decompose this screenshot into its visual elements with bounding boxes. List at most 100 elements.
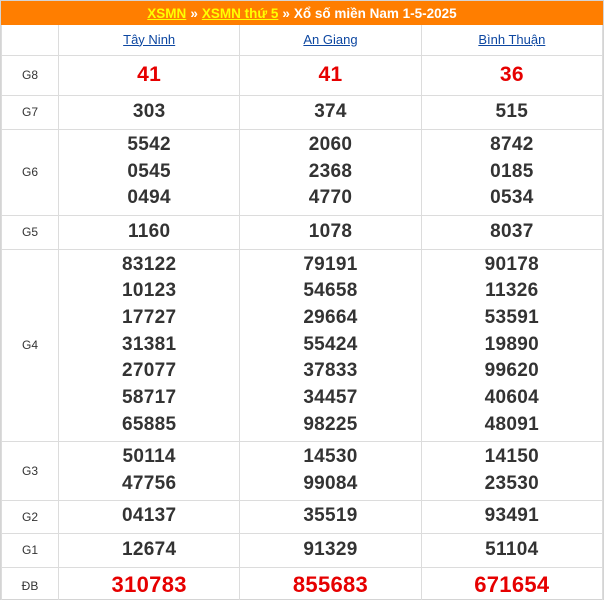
prize-number: 19890: [484, 333, 539, 355]
prize-number: 29664: [303, 306, 358, 328]
header-empty-cell: [1, 25, 59, 56]
prize-number: 0545: [127, 160, 171, 182]
prize-row-g8: G8 41 41 36: [1, 54, 604, 96]
prize-number: 0494: [127, 187, 171, 209]
prize-cell: 91329: [239, 532, 422, 568]
prize-cell: 14530 99084: [239, 440, 422, 501]
prize-number: 0185: [490, 160, 534, 182]
page-title: Xổ số miền Nam 1-5-2025: [293, 5, 457, 21]
breadcrumb-link-xsmn[interactable]: XSMN: [147, 6, 186, 21]
prize-label: ĐB: [1, 566, 59, 600]
prize-number: 2368: [308, 160, 353, 182]
prize-number: 50114: [122, 445, 176, 467]
province-link-tay-ninh[interactable]: Tây Ninh: [123, 32, 175, 47]
prize-cell: 2060 2368 4770: [239, 128, 422, 216]
prize-cell: 1160: [57, 214, 241, 250]
prize-number: 83122: [121, 253, 177, 275]
province-link-binh-thuan[interactable]: Bình Thuận: [478, 32, 545, 47]
prize-number: 79191: [303, 253, 358, 275]
prize-number: 23530: [484, 472, 539, 494]
prize-cell: 374: [239, 94, 422, 130]
prize-number: 4770: [308, 187, 353, 209]
province-link-an-giang[interactable]: An Giang: [303, 32, 357, 47]
prize-label: G2: [1, 499, 59, 534]
prize-number: 14150: [484, 445, 539, 467]
prize-row-g2: G2 04137 35519 93491: [1, 499, 604, 534]
prize-cell: 50114 47756: [57, 440, 241, 501]
prize-cell: 8742 0185 0534: [420, 128, 604, 216]
prize-cell: 1078: [239, 214, 422, 250]
prize-number: 90178: [484, 253, 539, 275]
prize-row-g7: G7 303 374 515: [1, 94, 604, 130]
prize-number: 12674: [121, 538, 177, 560]
prize-number: 54658: [303, 280, 358, 302]
prize-cell: 79191 54658 29664 55424 37833 34457 98225: [239, 248, 422, 442]
table-header-row: Tây Ninh An Giang Bình Thuận: [1, 25, 604, 56]
prize-row-g3: G3 50114 47756 14530 99084 14150 23530: [1, 440, 604, 501]
prize-cell: 5542 0545 0494: [57, 128, 241, 216]
prize-cell: 303: [57, 94, 241, 130]
breadcrumb-link-xsmn-thu5[interactable]: XSMN thứ 5: [202, 6, 279, 21]
prize-number: 11326: [485, 280, 539, 302]
prize-number: 51104: [485, 538, 539, 560]
prize-number: 14530: [303, 445, 358, 467]
special-prize-number: 310783: [111, 572, 187, 598]
prize-number: 41: [318, 62, 343, 86]
prize-number: 2060: [308, 133, 353, 155]
prize-cell: 12674: [57, 532, 241, 568]
prize-number: 35519: [303, 505, 358, 527]
prize-number: 36: [499, 62, 524, 86]
prize-number: 34457: [303, 387, 358, 409]
province-header: An Giang: [239, 25, 422, 56]
prize-row-đb: ĐB 310783 855683 671654: [1, 566, 604, 600]
prize-number: 04137: [121, 505, 177, 527]
prize-cell: 855683: [239, 566, 422, 600]
special-prize-number: 671654: [474, 572, 550, 598]
results-panel: XSMN » XSMN thứ 5 » Xổ số miền Nam 1-5-2…: [0, 0, 604, 600]
prize-label: G6: [1, 128, 59, 216]
breadcrumb: XSMN » XSMN thứ 5 » Xổ số miền Nam 1-5-2…: [1, 1, 603, 25]
prize-row-g4: G4 83122 10123 17727 31381 27077 58717 65885 791…: [1, 248, 604, 442]
special-prize-number: 855683: [292, 572, 369, 598]
prize-cell: 515: [420, 94, 604, 130]
prize-number: 48091: [484, 413, 539, 435]
prize-number: 515: [495, 100, 529, 122]
breadcrumb-separator: »: [282, 5, 290, 21]
prize-row-g5: G5 1160 1078 8037: [1, 214, 604, 250]
prize-number: 0534: [490, 187, 534, 209]
province-header: Tây Ninh: [57, 25, 241, 56]
prize-number: 8742: [490, 133, 534, 155]
prize-number: 93491: [484, 505, 539, 527]
prize-label: G1: [1, 532, 59, 568]
province-header: Bình Thuận: [420, 25, 604, 56]
prize-row-g1: G1 12674 91329 51104: [1, 532, 604, 568]
prize-number: 41: [137, 62, 162, 86]
prize-number: 91329: [303, 538, 358, 560]
prize-cell: 671654: [420, 566, 604, 600]
prize-cell: 90178 11326 53591 19890 99620 40604 48091: [420, 248, 604, 442]
prize-cell: 41: [239, 54, 422, 96]
prize-number: 55424: [303, 333, 358, 355]
prize-row-g6: G6 5542 0545 0494 2060 2368 4770 8742 0185 0534: [1, 128, 604, 216]
prize-number: 31381: [121, 333, 177, 355]
prize-number: 99084: [303, 472, 358, 494]
prize-number: 1160: [127, 220, 171, 242]
breadcrumb-separator: »: [190, 5, 198, 21]
prize-number: 40604: [484, 387, 539, 409]
prize-label: G8: [1, 54, 59, 96]
prize-cell: 41: [57, 54, 241, 96]
prize-number: 65885: [121, 413, 177, 435]
prize-number: 98225: [303, 413, 358, 435]
prize-cell: 35519: [239, 499, 422, 534]
prize-cell: 04137: [57, 499, 241, 534]
prize-cell: 36: [420, 54, 604, 96]
prize-number: 53591: [484, 306, 539, 328]
prize-number: 17727: [121, 306, 177, 328]
prize-number: 37833: [303, 360, 358, 382]
results-table: Tây Ninh An Giang Bình Thuận G8 41 41 36 G7 3…: [1, 25, 604, 600]
prize-number: 58717: [121, 387, 177, 409]
prize-label: G7: [1, 94, 59, 130]
prize-number: 99620: [484, 360, 539, 382]
prize-cell: 93491: [420, 499, 604, 534]
prize-number: 5542: [127, 133, 171, 155]
